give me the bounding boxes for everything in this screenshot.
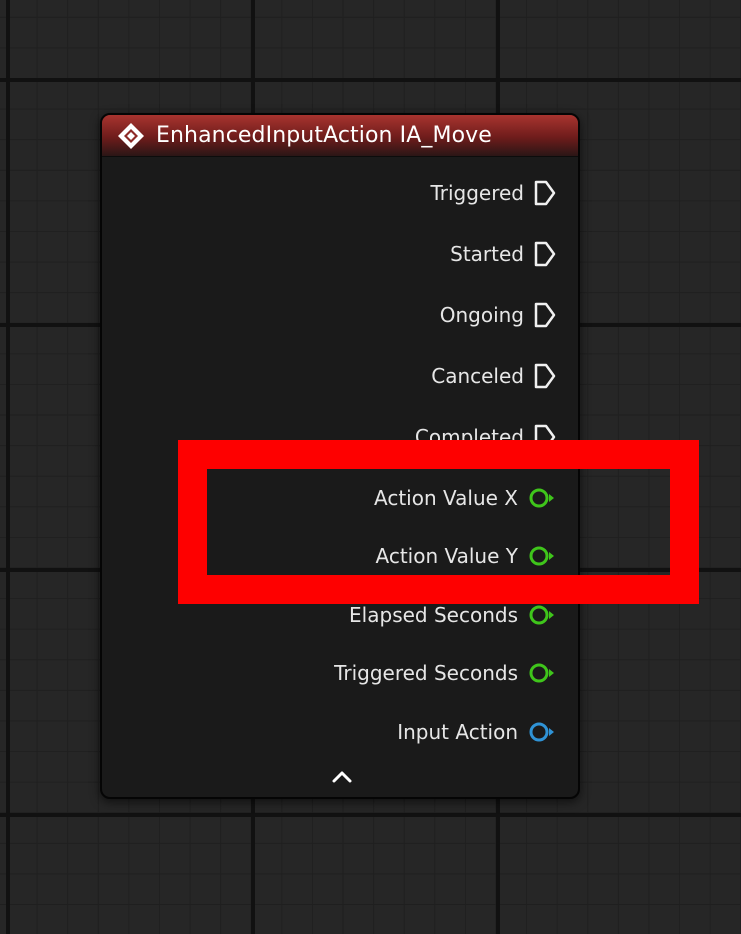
input-action-event-node[interactable]: EnhancedInputAction IA_Move Triggered St… — [100, 113, 580, 799]
pin-label: Input Action — [397, 720, 518, 744]
data-pin-input-action[interactable]: Input Action — [397, 715, 556, 749]
exec-pin-icon[interactable] — [534, 180, 556, 206]
pin-label: Action Value Y — [375, 544, 519, 568]
data-pin-triggered-seconds[interactable]: Triggered Seconds — [334, 656, 556, 690]
exec-pin-ongoing[interactable]: Ongoing — [440, 298, 556, 332]
diamond-event-icon — [116, 121, 146, 151]
pin-label: Ongoing — [439, 303, 524, 327]
pin-label: Started — [450, 242, 524, 266]
exec-pin-icon[interactable] — [534, 241, 556, 267]
float-pin-icon[interactable] — [528, 487, 556, 509]
data-pin-action-value-x[interactable]: Action Value X — [374, 481, 556, 515]
node-title: EnhancedInputAction IA_Move — [156, 123, 492, 148]
exec-pin-icon[interactable] — [534, 302, 556, 328]
exec-pin-triggered[interactable]: Triggered — [430, 176, 556, 210]
object-pin-icon[interactable] — [528, 721, 556, 743]
node-header[interactable]: EnhancedInputAction IA_Move — [102, 115, 578, 157]
float-pin-icon[interactable] — [528, 545, 556, 567]
data-pin-action-value-y[interactable]: Action Value Y — [376, 539, 557, 573]
float-pin-icon[interactable] — [528, 662, 556, 684]
chevron-up-icon[interactable] — [330, 767, 354, 785]
pin-label: Triggered — [430, 181, 524, 205]
exec-pin-canceled[interactable]: Canceled — [431, 359, 556, 393]
data-pin-elapsed-seconds[interactable]: Elapsed Seconds — [349, 598, 556, 632]
exec-pin-started[interactable]: Started — [450, 237, 556, 271]
pin-label: Elapsed Seconds — [349, 603, 518, 627]
pin-label: Canceled — [431, 364, 524, 388]
exec-pin-icon[interactable] — [534, 363, 556, 389]
pin-label: Completed — [414, 425, 524, 449]
float-pin-icon[interactable] — [528, 604, 556, 626]
exec-pin-icon[interactable] — [534, 424, 556, 450]
exec-pin-completed[interactable]: Completed — [415, 420, 556, 454]
pin-label: Action Value X — [374, 486, 518, 510]
pin-label: Triggered Seconds — [334, 661, 518, 685]
